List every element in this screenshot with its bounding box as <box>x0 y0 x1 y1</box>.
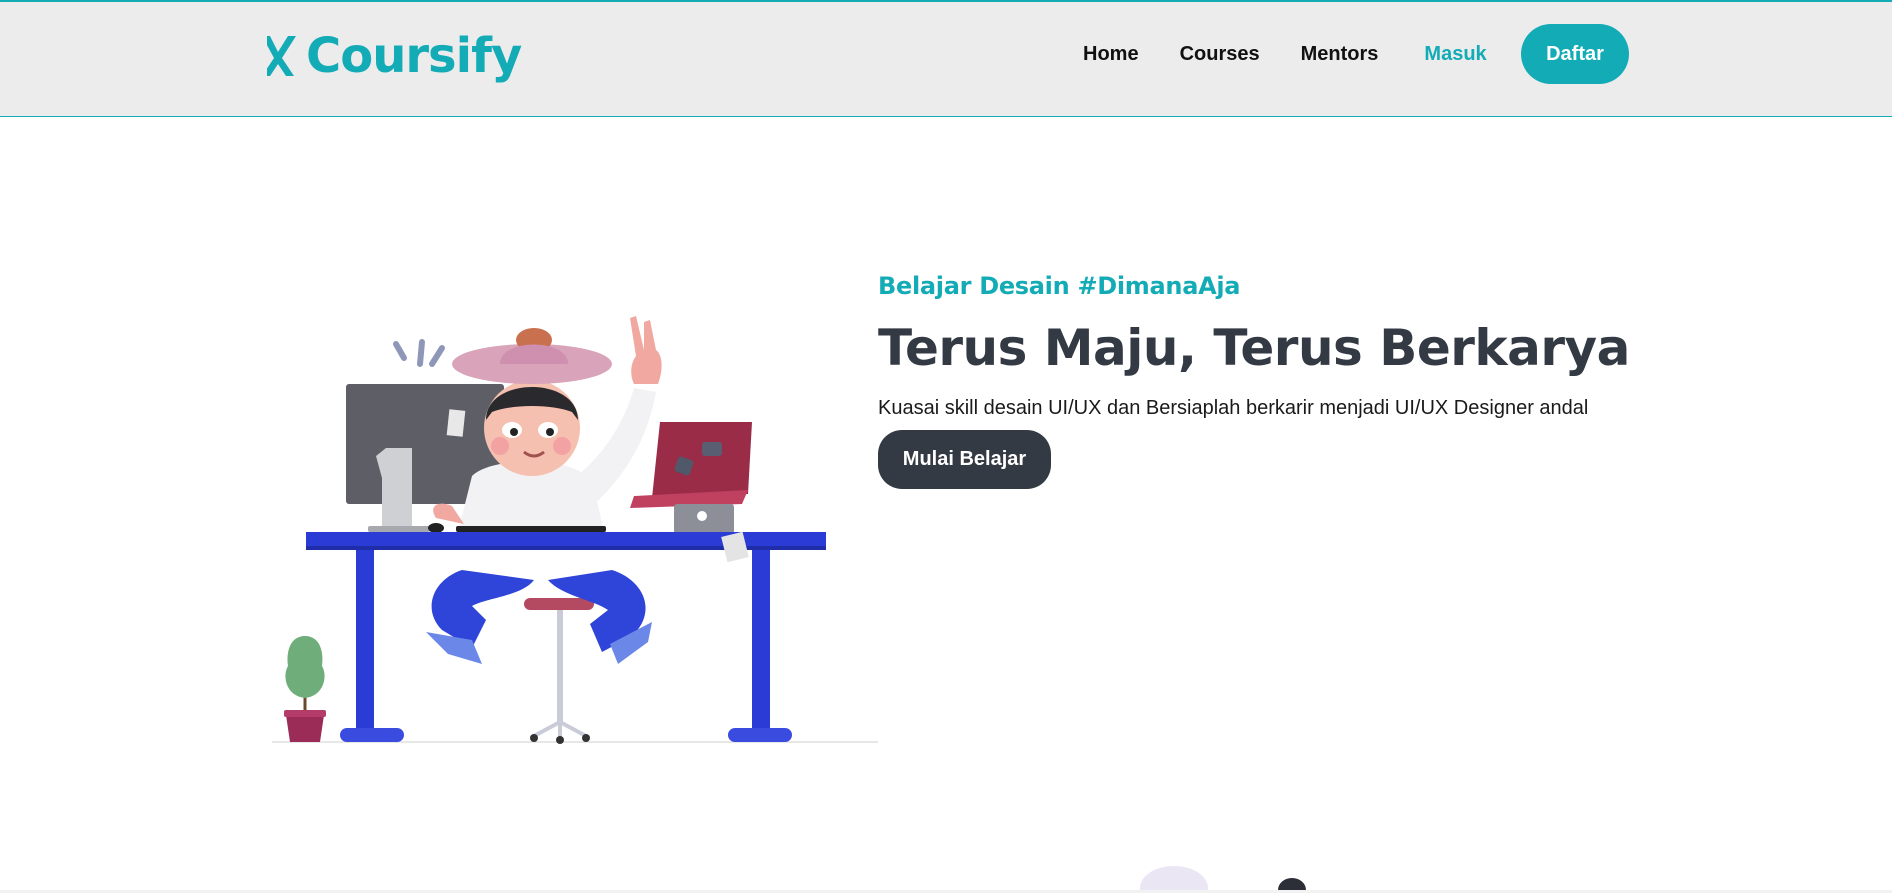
daftar-button[interactable]: Daftar <box>1521 24 1629 84</box>
x-logo-icon <box>258 34 296 78</box>
hero-headline: Terus Maju, Terus Berkarya <box>878 319 1630 377</box>
mulai-belajar-button[interactable]: Mulai Belajar <box>878 430 1051 489</box>
plant-icon <box>284 636 326 742</box>
person-at-desk-illustration <box>272 316 878 744</box>
main-nav: Home Courses Mentors Masuk <box>1083 42 1487 66</box>
nav-link-home[interactable]: Home <box>1083 42 1139 66</box>
next-section-illustration <box>1140 866 1306 893</box>
navbar: Coursify Home Courses Mentors Masuk Daft… <box>0 0 1892 117</box>
hero-section: Belajar Desain #DimanaAja Terus Maju, Te… <box>878 270 1630 489</box>
desk-icon <box>306 531 826 742</box>
laptop-icon <box>630 422 752 534</box>
brand-logo[interactable]: Coursify <box>258 28 522 84</box>
hero-subtext: Kuasai skill desain UI/UX dan Bersiaplah… <box>878 397 1589 419</box>
nav-link-masuk[interactable]: Masuk <box>1424 42 1486 66</box>
nav-link-mentors[interactable]: Mentors <box>1301 42 1379 66</box>
nav-link-courses[interactable]: Courses <box>1180 42 1260 66</box>
brand-name: Coursify <box>306 28 522 84</box>
hero-eyebrow: Belajar Desain #DimanaAja <box>878 272 1241 300</box>
